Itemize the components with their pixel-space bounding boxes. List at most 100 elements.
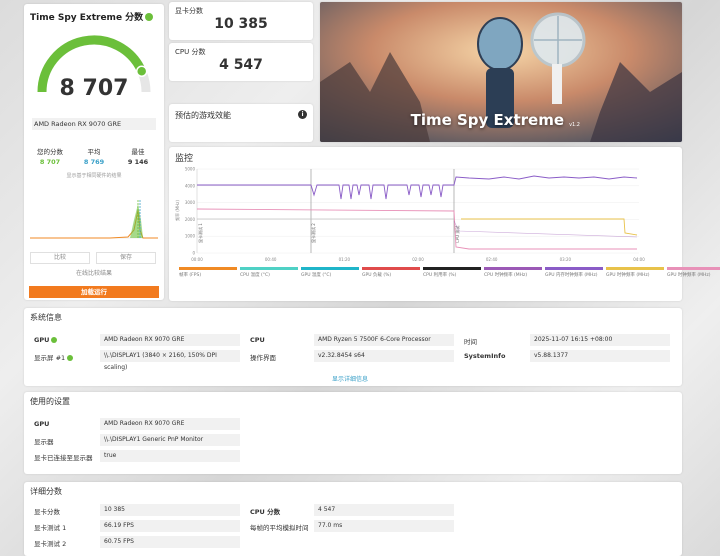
legend-label: GPU 温度 (°C) [301,273,332,278]
system-os-value: v2.32.8454 s64 [314,350,454,362]
legend-label: CPU 时钟频率 (MHz) [484,273,528,278]
x-tick-label: 03:20 [560,257,572,262]
system-cpu-value: AMD Ryzen 5 7500F 6-Core Processor [314,334,454,346]
gpu-score-label: 显卡分数 [175,7,203,15]
legend-swatch [545,267,603,270]
y-tick-label: 0 [192,251,195,256]
detail-graphics-test-2-value: 60.75 FPS [100,536,240,548]
legend-label: GPU 内存时钟频率 (MHz) [545,273,598,278]
mini-chart-caption: 显示基于相同硬件的结果 [66,173,122,179]
y-tick-label: 4000 [185,183,196,188]
x-tick-label: 00:00 [191,257,203,262]
system-os-label: 操作界面 [250,354,276,362]
detail-sim-time-value: 77.0 ms [314,520,454,532]
y-tick-label: 3000 [185,200,196,205]
legend-swatch [301,267,359,270]
y-tick-label: 1000 [185,234,196,239]
x-tick-label: 00:40 [265,257,277,262]
stat-average: 平均 8 769 [83,148,105,166]
legend-swatch [667,267,720,270]
cpu-score-value: 4 547 [219,57,263,73]
settings-title: 使用的设置 [30,397,70,406]
hero-title: Time Spy Extreme [410,111,564,129]
show-details-link[interactable]: 显示详细信息 [332,374,368,383]
legend-item[interactable]: GPU 时钟频率 (MHz) [606,267,664,278]
marker-graphics-test-1: 显卡测试 1 [197,223,203,243]
legend-label: GPU 时钟频率 (MHz) [606,273,650,278]
compare-button[interactable]: 比较 [30,252,90,264]
settings-panel: 使用的设置 GPU AMD Radeon RX 9070 GRE 显示器 \\.… [24,392,682,474]
monitoring-panel: 监控 5000 4000 3000 2000 1000 0 00:00 00:40 01:20 0… [169,147,720,301]
score-distribution-chart [30,200,158,239]
detail-graphics-test-1-value: 66.19 FPS [100,520,240,532]
x-tick-label: 02:00 [412,257,424,262]
legend-label: GPU 负载 (%) [362,273,392,278]
legend-label: GPU 时钟频率 (MHz) [667,273,711,278]
settings-display-value: \\.\DISPLAY1 Generic PnP Monitor [100,434,240,446]
score-card: Time Spy Extreme 分数 8 707 AMD Radeon RX … [24,4,164,300]
cpu-score-card: CPU 分数 4 547 [169,43,313,81]
gpu-score-value: 10 385 [214,16,268,32]
info-icon[interactable]: i [298,110,307,119]
legend-swatch [362,267,420,270]
legend-item[interactable]: CPU 利用率 (%) [423,267,481,278]
cpu-score-label: CPU 分数 [175,48,206,56]
overall-score: 8 707 [59,76,129,101]
y-tick-label: 2000 [185,217,196,222]
stat-your-score: 您的分数 8 707 [37,148,63,166]
x-tick-label: 02:40 [486,257,498,262]
legend-item[interactable]: GPU 内存时钟频率 (MHz) [545,267,603,278]
stat-best: 最佳 9 146 [127,148,149,166]
settings-connected-value: true [100,450,240,462]
marker-graphics-test-2: 显卡测试 2 [310,223,316,243]
x-tick-label: 01:20 [339,257,351,262]
detailed-scores-panel: 详细分数 显卡分数 10 385 显卡测试 1 66.19 FPS 显卡测试 2… [24,482,682,556]
detail-graphics-test-1-label: 显卡测试 1 [34,524,67,532]
legend-item[interactable]: GPU 负载 (%) [362,267,420,278]
y-tick-label: 5000 [185,167,196,172]
system-gpu-value: AMD Radeon RX 9070 GRE [100,334,240,346]
legend-swatch [484,267,542,270]
benchmark-hero-image: Time Spy Extreme v1.2 [320,2,682,142]
detail-gpu-score-value: 10 385 [100,504,240,516]
system-systeminfo-value: v5.88.1377 [530,350,670,362]
settings-gpu-label: GPU [34,420,50,428]
detail-gpu-score-label: 显卡分数 [34,508,60,516]
legend-swatch [240,267,298,270]
system-display-label: 显示屏 #1 [34,352,74,362]
detailed-scores-title: 详细分数 [30,487,62,496]
legend-item[interactable]: CPU 温度 (°C) [240,267,298,278]
system-info-title: 系统信息 [30,313,62,322]
estimated-performance-card: 预估的游戏效能 i [169,104,313,142]
settings-gpu-value: AMD Radeon RX 9070 GRE [100,418,240,430]
legend-item[interactable]: GPU 时钟频率 (MHz) [667,267,720,278]
gpu-score-card: 显卡分数 10 385 [169,2,313,40]
detail-cpu-score-label: CPU 分数 [250,508,281,516]
legend-label: 帧率 (FPS) [179,273,202,278]
y-axis-label: 频率 (MHz) [174,200,180,221]
legend-item[interactable]: 帧率 (FPS) [179,267,237,278]
system-info-panel: 系统信息 GPU AMD Radeon RX 9070 GRE 显示屏 #1 \… [24,308,682,386]
save-button[interactable]: 保存 [96,252,156,264]
legend-swatch [606,267,664,270]
system-systeminfo-label: SystemInfo [464,352,506,360]
load-run-button[interactable]: 加载运行 [29,286,159,298]
legend-swatch [179,267,237,270]
compare-online-button[interactable]: 在线比较结果 [54,269,134,281]
settings-display-label: 显示器 [34,438,54,446]
legend-item[interactable]: GPU 温度 (°C) [301,267,359,278]
settings-connected-label: 显卡已连接至显示器 [34,454,93,462]
detail-cpu-score-value: 4 547 [314,504,454,516]
gpu-name: AMD Radeon RX 9070 GRE [32,118,156,130]
system-time-value: 2025-11-07 16:15 +08:00 [530,334,670,346]
legend-label: CPU 利用率 (%) [423,273,457,278]
hero-version: v1.2 [569,122,580,128]
check-icon [67,355,74,361]
legend-swatch [423,267,481,270]
legend-label: CPU 温度 (°C) [240,273,270,278]
legend-item[interactable]: CPU 时钟频率 (MHz) [484,267,542,278]
system-gpu-label: GPU [34,336,58,344]
detail-graphics-test-2-label: 显卡测试 2 [34,540,67,548]
check-icon [51,337,58,343]
monitoring-chart: 5000 4000 3000 2000 1000 000:00 00:40 01:20 02:0… [174,167,645,263]
